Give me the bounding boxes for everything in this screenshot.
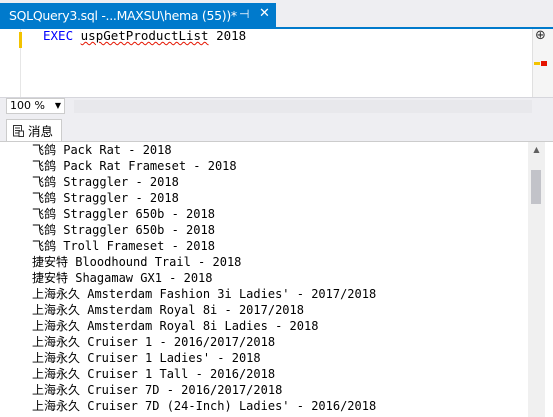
change-tracking-bar <box>19 32 22 48</box>
zoom-bar: 100 % ▼ <box>0 97 553 116</box>
document-tab-title: SQLQuery3.sql -...MAXSU\hema (55))* <box>9 7 237 23</box>
message-line: 上海永久 Amsterdam Royal 8i - 2017/2018 <box>32 303 304 317</box>
messages-icon <box>13 124 24 137</box>
zoom-value: 100 % <box>10 99 45 112</box>
message-line: 飞鸽 Troll Frameset - 2018 <box>32 239 215 253</box>
split-editor-icon[interactable]: ⊕ <box>532 29 549 42</box>
procedure-name: uspGetProductList <box>80 28 209 43</box>
message-line: 飞鸽 Straggler 650b - 2018 <box>32 223 215 237</box>
document-tab-strip: SQLQuery3.sql -...MAXSU\hema (55))* ⊣ ✕ <box>0 0 553 27</box>
vertical-scrollbar[interactable]: ▲ <box>528 142 545 417</box>
chevron-down-icon: ▼ <box>54 101 61 110</box>
message-line: 上海永久 Amsterdam Royal 8i Ladies - 2018 <box>32 319 319 333</box>
close-icon[interactable]: ✕ <box>259 6 270 21</box>
message-line: 捷安特 Shagamaw GX1 - 2018 <box>32 271 213 285</box>
procedure-argument: 2018 <box>216 28 247 43</box>
message-line: 上海永久 Cruiser 1 Ladies' - 2018 <box>32 351 261 365</box>
message-line: 捷安特 Bloodhound Trail - 2018 <box>32 255 242 269</box>
document-tab[interactable]: SQLQuery3.sql -...MAXSU\hema (55))* ⊣ ✕ <box>0 3 276 27</box>
editor-gutter <box>0 29 22 97</box>
scroll-up-icon[interactable]: ▲ <box>528 143 545 157</box>
tab-messages[interactable]: 消息 <box>6 119 62 141</box>
message-line: 上海永久 Cruiser 1 Tall - 2016/2018 <box>32 367 276 381</box>
message-line: 飞鸽 Pack Rat - 2018 <box>32 143 172 157</box>
message-line: 上海永久 Cruiser 7D (24-Inch) Ladies' - 2016… <box>32 399 377 413</box>
pin-icon[interactable]: ⊣ <box>239 7 249 21</box>
results-tabs: 消息 <box>0 115 553 141</box>
message-line: 上海永久 Cruiser 7D - 2016/2017/2018 <box>32 383 283 397</box>
horizontal-scrollbar[interactable] <box>74 100 532 113</box>
error-marker-icon <box>534 61 548 66</box>
query-editor[interactable]: EXEC uspGetProductList 2018 <box>0 28 553 97</box>
messages-pane[interactable]: 飞鸽 Pack Rat - 2018 飞鸽 Pack Rat Frameset -… <box>0 141 553 417</box>
message-line: 飞鸽 Pack Rat Frameset - 2018 <box>32 159 237 173</box>
message-line: 飞鸽 Straggler 650b - 2018 <box>32 207 215 221</box>
sql-keyword: EXEC <box>43 28 74 43</box>
message-line: 飞鸽 Straggler - 2018 <box>32 175 179 189</box>
message-line: 上海永久 Amsterdam Fashion 3i Ladies' - 2017… <box>32 287 377 301</box>
messages-tab-label: 消息 <box>28 124 54 139</box>
message-list: 飞鸽 Pack Rat - 2018 飞鸽 Pack Rat Frameset -… <box>32 142 376 414</box>
message-line: 飞鸽 Straggler - 2018 <box>32 191 179 205</box>
scrollbar-thumb[interactable] <box>531 170 541 204</box>
zoom-dropdown[interactable]: 100 % ▼ <box>6 98 65 114</box>
message-line: 上海永久 Cruiser 1 - 2016/2017/2018 <box>32 335 276 349</box>
code-line[interactable]: EXEC uspGetProductList 2018 <box>43 28 246 44</box>
